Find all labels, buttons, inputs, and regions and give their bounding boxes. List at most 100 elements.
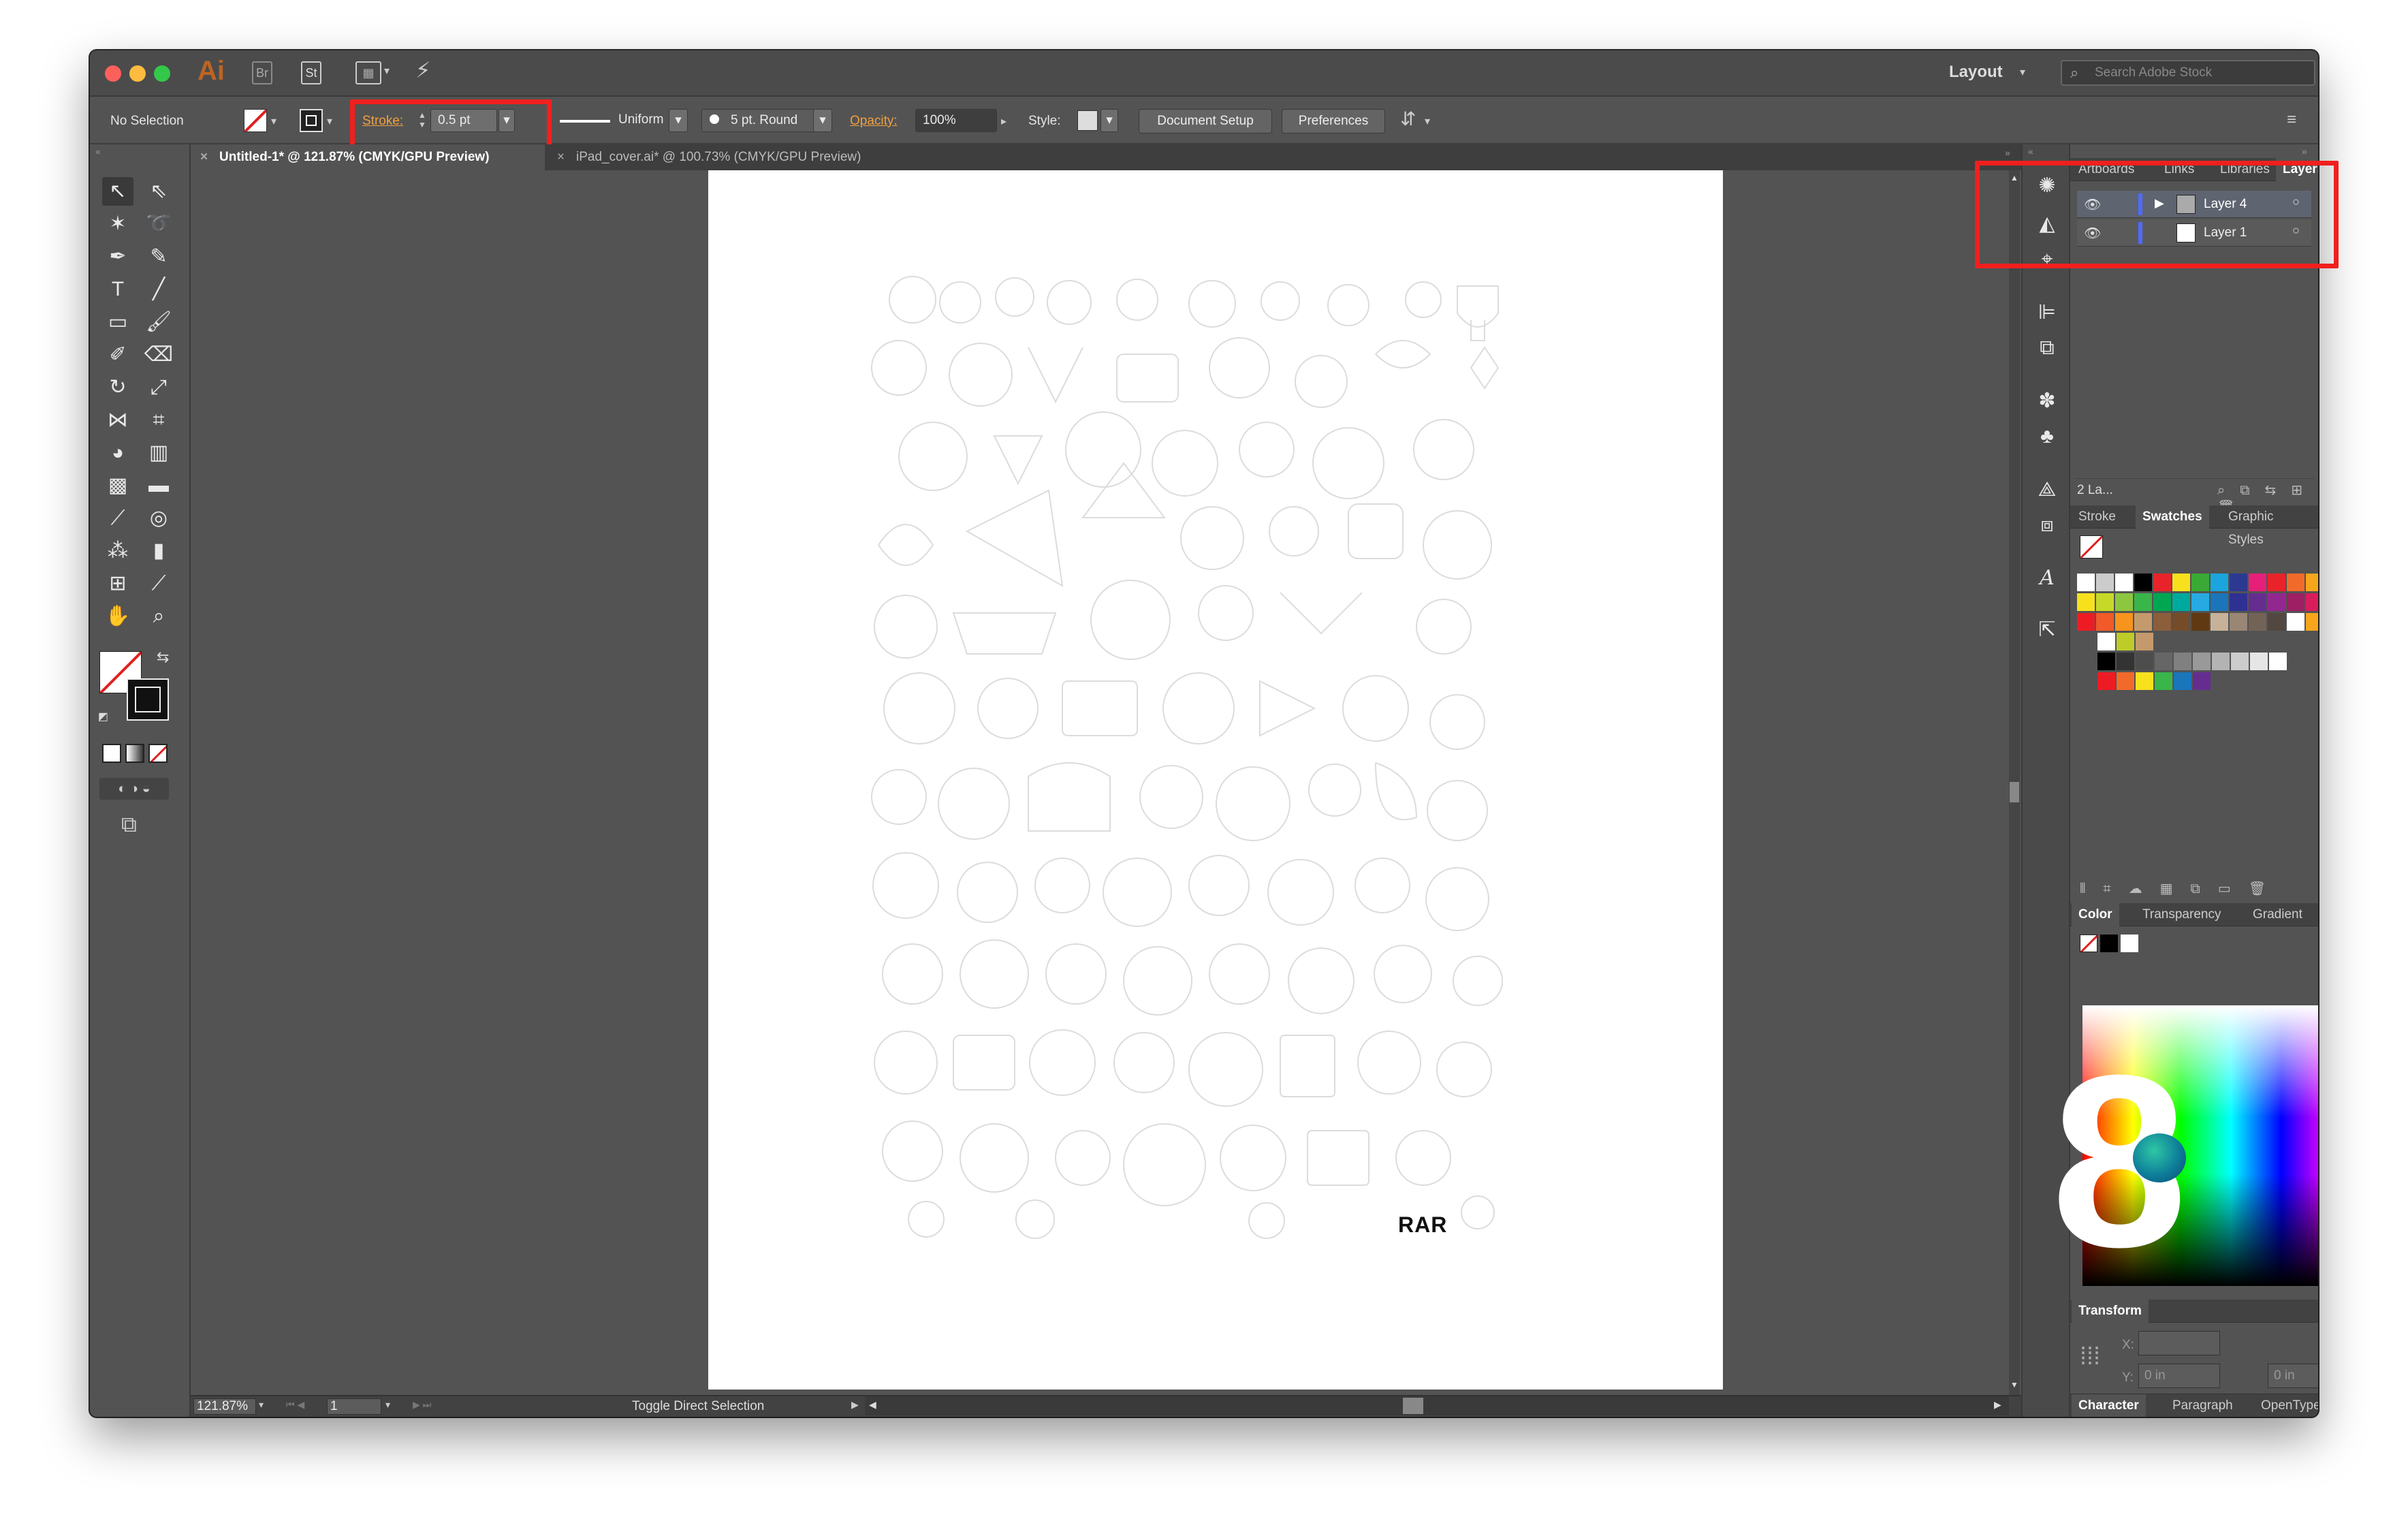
- color-swatch[interactable]: [2097, 672, 2115, 690]
- color-swatch[interactable]: [2117, 653, 2134, 670]
- scroll-left-icon[interactable]: ◀: [869, 1399, 876, 1411]
- rectangle-tool-icon[interactable]: ▭: [102, 308, 133, 336]
- gradient-mode-icon[interactable]: [125, 744, 144, 763]
- zoom-window-button[interactable]: [154, 65, 170, 82]
- shape-builder-tool-icon[interactable]: ◕: [102, 439, 133, 467]
- color-swatch[interactable]: [2136, 633, 2153, 650]
- color-swatch[interactable]: [2155, 672, 2172, 690]
- color-none-swatch[interactable]: [2080, 935, 2097, 952]
- color-swatch[interactable]: [2287, 613, 2304, 631]
- color-white-swatch[interactable]: [2121, 935, 2138, 952]
- graphic-style-swatch[interactable]: [1077, 110, 1098, 131]
- y-input[interactable]: 0 in: [2138, 1364, 2220, 1388]
- eraser-tool-icon[interactable]: ⌫: [143, 341, 174, 369]
- perspective-grid-tool-icon[interactable]: ▥: [143, 439, 174, 467]
- horizontal-scroll-thumb[interactable]: [1403, 1398, 1423, 1414]
- collapse-dock-icon[interactable]: «: [2028, 146, 2033, 157]
- tab-opentype[interactable]: OpenType: [2261, 1394, 2318, 1417]
- tab-transform[interactable]: Transform: [2072, 1300, 2149, 1323]
- gradient-tool-icon[interactable]: ▬: [143, 471, 174, 500]
- gpu-performance-icon[interactable]: ⚡: [415, 57, 430, 83]
- stroke-swatch[interactable]: [300, 109, 323, 132]
- tab-graphic-styles[interactable]: Graphic Styles: [2221, 505, 2318, 547]
- brush-definition[interactable]: 5 pt. Round: [701, 109, 827, 132]
- color-swatch[interactable]: [2097, 633, 2115, 650]
- fill-dropdown-icon[interactable]: ▾: [271, 114, 276, 128]
- line-segment-tool-icon[interactable]: ╱: [143, 275, 174, 304]
- color-swatch[interactable]: [2250, 653, 2268, 670]
- tab-transparency[interactable]: Transparency: [2136, 903, 2228, 926]
- align-icon[interactable]: ⊫: [2031, 298, 2063, 327]
- color-swatch[interactable]: [2117, 672, 2134, 690]
- color-swatch[interactable]: [2287, 574, 2304, 591]
- swatch-actions-icons[interactable]: ⫴⌗☁▦⧉▭🗑: [2080, 880, 2283, 897]
- color-swatch[interactable]: [2230, 593, 2247, 611]
- color-swatch[interactable]: [2077, 574, 2095, 591]
- color-swatch[interactable]: [2193, 672, 2211, 690]
- type-tool-icon[interactable]: T: [102, 275, 133, 304]
- graph-tool-icon[interactable]: ▮: [143, 537, 174, 565]
- asset-export-icon[interactable]: ⟁: [2031, 475, 2063, 504]
- scroll-down-icon[interactable]: ▼: [2010, 1380, 2018, 1390]
- width-tool-icon[interactable]: ⋈: [102, 406, 133, 435]
- tab-swatches[interactable]: Swatches: [2136, 505, 2209, 529]
- glyphs-icon[interactable]: A: [2031, 564, 2063, 593]
- curvature-tool-icon[interactable]: ✎: [143, 242, 174, 271]
- chevron-down-icon[interactable]: ▾: [384, 64, 390, 78]
- status-menu-arrow-icon[interactable]: ▶: [851, 1399, 859, 1411]
- stock-search-input[interactable]: ⌕ Search Adobe Stock: [2061, 60, 2315, 86]
- zoom-level-input[interactable]: 121.87%: [193, 1398, 256, 1415]
- color-swatch[interactable]: [2096, 593, 2114, 611]
- artboard-dropdown-icon[interactable]: ▾: [385, 1399, 390, 1411]
- stock-button[interactable]: St: [301, 61, 321, 84]
- color-swatch[interactable]: [2115, 574, 2133, 591]
- color-swatch[interactable]: [2230, 574, 2247, 591]
- color-swatch[interactable]: [2115, 593, 2133, 611]
- artboard-tool-icon[interactable]: ⊞: [102, 569, 133, 598]
- tab-color[interactable]: Color: [2072, 903, 2119, 926]
- color-swatch[interactable]: [2268, 574, 2285, 591]
- color-swatch[interactable]: [2306, 613, 2318, 631]
- color-swatch[interactable]: [2249, 574, 2266, 591]
- document-tab-untitled[interactable]: × Untitled-1* @ 121.87% (CMYK/GPU Previe…: [191, 144, 545, 170]
- color-swatch[interactable]: [2172, 613, 2190, 631]
- mesh-tool-icon[interactable]: ▩: [102, 471, 133, 500]
- color-swatch[interactable]: [2153, 593, 2171, 611]
- color-swatch[interactable]: [2268, 593, 2285, 611]
- zoom-dropdown-icon[interactable]: ▾: [259, 1399, 264, 1411]
- expand-panels-icon[interactable]: »: [2302, 146, 2307, 157]
- color-black-swatch[interactable]: [2100, 935, 2118, 952]
- default-fill-stroke-icon[interactable]: ◩: [98, 710, 108, 723]
- color-swatch[interactable]: [2191, 593, 2209, 611]
- color-swatch[interactable]: [2230, 613, 2247, 631]
- export-icon[interactable]: ⇱: [2031, 616, 2063, 644]
- color-swatch[interactable]: [2117, 633, 2134, 650]
- artboards-panel-icon[interactable]: ⧈: [2031, 511, 2063, 539]
- bridge-button[interactable]: Br: [252, 61, 272, 84]
- control-panel-menu-icon[interactable]: ≡: [2287, 110, 2296, 129]
- rotate-tool-icon[interactable]: ↻: [102, 373, 133, 402]
- tab-stroke[interactable]: Stroke: [2072, 505, 2123, 529]
- horizontal-scrollbar[interactable]: ◀ ▶: [865, 1396, 2009, 1415]
- color-swatch[interactable]: [2134, 613, 2152, 631]
- color-swatch[interactable]: [2191, 613, 2209, 631]
- reference-point-icon[interactable]: ⁞⁞⁞: [2080, 1342, 2100, 1370]
- direct-selection-tool-icon[interactable]: ⇖: [143, 177, 174, 206]
- collapse-tools-icon[interactable]: «: [95, 146, 101, 157]
- close-tab-icon[interactable]: ×: [200, 144, 208, 170]
- profile-dropdown[interactable]: ▾: [669, 109, 688, 132]
- eyedropper-tool-icon[interactable]: ⟋: [102, 504, 133, 533]
- color-swatch[interactable]: [2136, 653, 2153, 670]
- close-window-button[interactable]: [105, 65, 121, 82]
- arrange-dropdown-icon[interactable]: ▾: [1425, 114, 1430, 128]
- blend-tool-icon[interactable]: ◎: [143, 504, 174, 533]
- color-swatch[interactable]: [2077, 593, 2095, 611]
- color-swatch[interactable]: [2269, 653, 2287, 670]
- opacity-input[interactable]: 100%: [915, 109, 997, 132]
- color-swatch[interactable]: [2193, 653, 2211, 670]
- shaper-tool-icon[interactable]: ✐: [102, 341, 133, 369]
- color-swatch[interactable]: [2096, 574, 2114, 591]
- color-swatch[interactable]: [2212, 653, 2230, 670]
- color-swatch[interactable]: [2136, 672, 2153, 690]
- color-swatch[interactable]: [2134, 593, 2152, 611]
